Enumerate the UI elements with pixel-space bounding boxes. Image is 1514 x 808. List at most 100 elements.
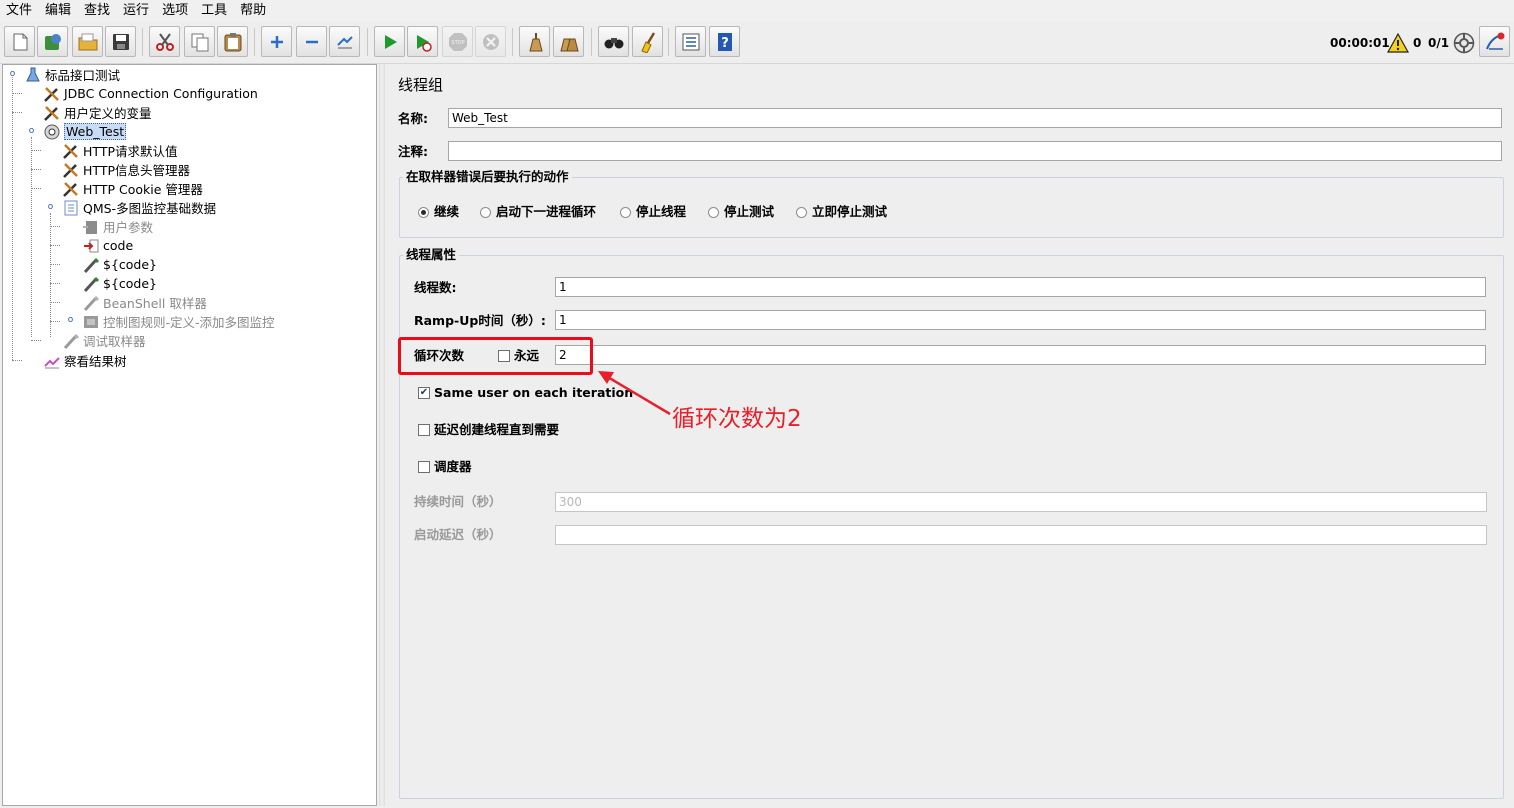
menu-bar: 文件 编辑 查找 运行 选项 工具 帮助 <box>0 0 1514 22</box>
tree-toggle-controller[interactable]: o <box>66 316 75 325</box>
config-element-icon <box>62 142 80 160</box>
radio-stop-test-now[interactable]: 立即停止测试 <box>796 204 887 220</box>
tree-label: 察看结果树 <box>64 354 127 369</box>
duration-label: 持续时间（秒） <box>414 494 502 509</box>
templates-icon <box>44 33 61 50</box>
menu-run[interactable]: 运行 <box>117 0 156 22</box>
active-threads-count: 0/1 <box>1428 36 1450 50</box>
checkbox-box: ✔ <box>418 387 430 399</box>
delay-thread-creation-checkbox[interactable]: 延迟创建线程直到需要 <box>418 422 559 438</box>
copy-button[interactable] <box>184 26 215 57</box>
expand-icon <box>270 35 283 48</box>
comment-input[interactable] <box>448 141 1502 161</box>
name-label: 名称: <box>398 111 428 126</box>
checkbox-box <box>418 461 430 473</box>
warning-icon[interactable] <box>1387 33 1409 53</box>
collapse-icon <box>305 40 318 43</box>
tree-node-web-test[interactable]: Web_Test <box>43 122 127 141</box>
start-no-timers-button[interactable] <box>407 26 438 57</box>
controller-icon <box>82 313 100 331</box>
radio-label: 立即停止测试 <box>812 204 888 219</box>
tree-node-user-vars[interactable]: 用户定义的变量 <box>43 103 152 122</box>
expand-all-button[interactable] <box>261 26 292 57</box>
tree-toggle-web-test[interactable]: o <box>27 127 36 136</box>
tree-node-http-cookie[interactable]: HTTP Cookie 管理器 <box>62 179 203 198</box>
thread-group-icon <box>43 123 61 141</box>
tree-node-code-sampler-1[interactable]: ${code} <box>82 255 157 274</box>
tree-node-beanshell-sampler[interactable]: BeanShell 取样器 <box>82 293 207 312</box>
new-button[interactable] <box>4 26 35 57</box>
listener-icon <box>43 352 61 370</box>
radio-continue[interactable]: 继续 <box>418 204 459 220</box>
scheduler-checkbox[interactable]: 调度器 <box>418 459 472 475</box>
panel-title: 线程组 <box>398 76 444 94</box>
open-button[interactable] <box>72 26 103 57</box>
tree-node-debug-sampler[interactable]: 调试取样器 <box>62 331 146 350</box>
radio-indicator <box>708 206 719 218</box>
menu-file[interactable]: 文件 <box>0 0 39 22</box>
radio-label: 停止线程 <box>636 204 687 219</box>
menu-search[interactable]: 查找 <box>78 0 117 22</box>
tree-node-code-sampler-2[interactable]: ${code} <box>82 274 157 293</box>
startup-delay-input[interactable] <box>555 525 1487 545</box>
start-button[interactable] <box>374 26 405 57</box>
thread-properties-group-title: 线程属性 <box>403 247 460 263</box>
sampler-icon <box>82 256 100 274</box>
radio-start-next-loop[interactable]: 启动下一进程循环 <box>480 204 596 220</box>
elapsed-timer: 00:00:01 <box>1330 36 1390 50</box>
tree-label: 控制图规则-定义-添加多图监控 <box>103 315 275 330</box>
reset-search-button[interactable] <box>632 26 663 57</box>
annotation-highlight-box <box>398 337 593 375</box>
function-helper-button[interactable] <box>675 26 706 57</box>
preprocessor-icon <box>82 218 100 236</box>
tree-toggle-root[interactable]: o <box>8 70 17 79</box>
copy-icon <box>191 33 208 51</box>
tree-node-results-tree[interactable]: 察看结果树 <box>43 351 127 370</box>
radio-indicator <box>620 206 631 218</box>
collapse-all-button[interactable] <box>296 26 327 57</box>
clear-button[interactable] <box>519 26 550 57</box>
tree-node-qms-controller[interactable]: QMS-多图监控基础数据 <box>62 198 216 217</box>
tree-node-jdbc-config[interactable]: JDBC Connection Configuration <box>43 84 258 103</box>
stop-button[interactable]: STOP <box>442 26 473 57</box>
clear-all-button[interactable] <box>553 26 584 57</box>
toggle-button[interactable] <box>329 26 360 57</box>
tree-node-code-extractor[interactable]: code <box>82 236 133 255</box>
tree-node-test-plan[interactable]: 标品接口测试 <box>24 65 120 84</box>
stop-icon: STOP <box>448 32 467 51</box>
name-input[interactable]: Web_Test <box>448 108 1502 128</box>
menu-help[interactable]: 帮助 <box>234 0 273 22</box>
tree-node-chart-rule-controller[interactable]: 控制图规则-定义-添加多图监控 <box>82 312 275 331</box>
tree-node-http-headers[interactable]: HTTP信息头管理器 <box>62 160 190 179</box>
radio-stop-test[interactable]: 停止测试 <box>708 204 774 220</box>
menu-options[interactable]: 选项 <box>156 0 195 22</box>
shutdown-button[interactable] <box>475 26 506 57</box>
save-button[interactable] <box>105 26 136 57</box>
tree-node-user-params[interactable]: 用户参数 <box>82 217 153 236</box>
radio-stop-thread[interactable]: 停止线程 <box>620 204 686 220</box>
loop-count-input[interactable]: 2 <box>555 345 1486 365</box>
tree-toggle-qms[interactable]: o <box>46 203 55 212</box>
split-pane-divider[interactable] <box>379 64 385 806</box>
paste-icon <box>224 32 241 51</box>
templates-button[interactable] <box>37 26 68 57</box>
menu-tools[interactable]: 工具 <box>195 0 234 22</box>
help-button[interactable]: ? <box>709 26 740 57</box>
duration-input[interactable]: 300 <box>555 492 1487 512</box>
cut-button[interactable] <box>149 26 180 57</box>
checkbox-label: 调度器 <box>434 459 472 474</box>
log-viewer-icon <box>1485 32 1504 50</box>
search-button[interactable] <box>598 26 629 57</box>
tree-label: BeanShell 取样器 <box>103 296 207 311</box>
tree-node-http-defaults[interactable]: HTTP请求默认值 <box>62 141 178 160</box>
paste-button[interactable] <box>217 26 248 57</box>
rampup-input[interactable]: 1 <box>555 310 1486 330</box>
log-viewer-button[interactable] <box>1479 26 1510 57</box>
thread-count-input[interactable]: 1 <box>555 277 1486 297</box>
radio-indicator <box>796 206 807 218</box>
clear-icon <box>528 32 543 51</box>
cut-icon <box>155 32 174 51</box>
extractor-icon <box>82 237 100 255</box>
help-icon: ? <box>717 32 732 51</box>
menu-edit[interactable]: 编辑 <box>39 0 78 22</box>
